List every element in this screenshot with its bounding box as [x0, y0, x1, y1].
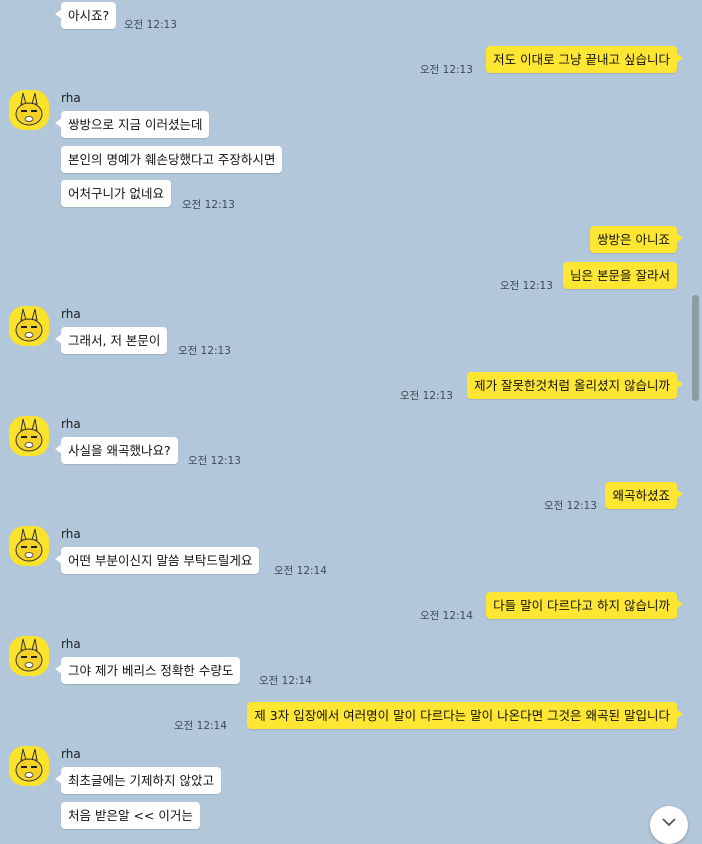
message-text: 아시죠? [68, 8, 110, 23]
message-text: 쌍방은 아니죠 [597, 232, 670, 247]
message-text: 그래서, 저 본문이 [68, 333, 161, 348]
message-text: 님은 본문을 잘라서 [570, 268, 670, 283]
avatar[interactable] [9, 636, 49, 676]
scroll-to-bottom-button[interactable] [650, 806, 688, 844]
character-avatar-icon [9, 90, 49, 130]
chevron-down-icon [662, 818, 676, 827]
message-bubble[interactable]: 그야 제가 베리스 정확한 수량도 [54, 657, 241, 684]
message-time: 오전 12:14 [420, 610, 473, 622]
message-bubble[interactable]: 쌍방으로 지금 이러셨는데 [54, 111, 210, 138]
message-bubble[interactable]: 저도 이대로 그냥 끝내고 싶습니다 [486, 46, 683, 73]
avatar[interactable] [9, 416, 49, 456]
message-text: 최초글에는 기제하지 않았고 [68, 773, 214, 788]
message-time: 오전 12:13 [124, 19, 177, 31]
message-text: 어떤 부분이신지 말씀 부탁드릴게요 [68, 553, 253, 568]
sender-name: rha [61, 307, 81, 321]
message-bubble[interactable]: 처음 받은알 << 이거는 [61, 802, 200, 829]
message-time: 오전 12:13 [544, 500, 597, 512]
message-bubble[interactable]: 왜곡하셨죠 [605, 482, 683, 509]
avatar[interactable] [9, 90, 49, 130]
message-bubble[interactable]: 어처구니가 없네요 [61, 180, 171, 207]
character-avatar-icon [9, 746, 49, 786]
avatar[interactable] [9, 746, 49, 786]
message-bubble[interactable]: 다들 말이 다르다고 하지 않습니까 [486, 592, 683, 619]
sender-name: rha [61, 417, 81, 431]
message-bubble[interactable]: 쌍방은 아니죠 [590, 226, 683, 253]
sender-name: rha [61, 91, 81, 105]
message-text: 다들 말이 다르다고 하지 않습니까 [493, 598, 670, 613]
avatar[interactable] [9, 526, 49, 566]
message-time: 오전 12:13 [500, 280, 553, 292]
message-text: 사실을 왜곡했나요? [68, 443, 171, 458]
message-text: 그야 제가 베리스 정확한 수량도 [68, 663, 234, 678]
character-avatar-icon [9, 416, 49, 456]
message-bubble[interactable]: 어떤 부분이신지 말씀 부탁드릴게요 [54, 547, 260, 574]
message-text: 쌍방으로 지금 이러셨는데 [68, 117, 203, 132]
message-time: 오전 12:14 [259, 675, 312, 687]
message-time: 오전 12:13 [182, 199, 235, 211]
message-bubble[interactable]: 본인의 명예가 훼손당했다고 주장하시면 [61, 146, 283, 173]
character-avatar-icon [9, 636, 49, 676]
message-text: 처음 받은알 << 이거는 [68, 808, 193, 823]
character-avatar-icon [9, 526, 49, 566]
message-text: 본인의 명예가 훼손당했다고 주장하시면 [68, 152, 276, 167]
sender-name: rha [61, 747, 81, 761]
avatar[interactable] [9, 306, 49, 346]
message-time: 오전 12:14 [274, 565, 327, 577]
message-time: 오전 12:13 [400, 390, 453, 402]
message-bubble[interactable]: 님은 본문을 잘라서 [563, 262, 677, 289]
sender-name: rha [61, 637, 81, 651]
message-text: 어처구니가 없네요 [68, 186, 164, 201]
character-avatar-icon [9, 306, 49, 346]
message-bubble[interactable]: 아시죠? [54, 2, 117, 29]
message-time: 오전 12:13 [188, 455, 241, 467]
message-text: 제 3자 입장에서 여러명이 말이 다르다는 말이 나온다면 그것은 왜곡된 말… [254, 708, 670, 723]
scrollbar-thumb[interactable] [692, 295, 699, 401]
message-time: 오전 12:13 [178, 345, 231, 357]
message-bubble[interactable]: 제 3자 입장에서 여러명이 말이 다르다는 말이 나온다면 그것은 왜곡된 말… [247, 702, 683, 729]
message-text: 왜곡하셨죠 [612, 488, 670, 503]
sender-name: rha [61, 527, 81, 541]
message-bubble[interactable]: 최초글에는 기제하지 않았고 [55, 767, 221, 794]
message-bubble[interactable]: 사실을 왜곡했나요? [55, 437, 178, 464]
message-text: 제가 잘못한것처럼 올리셨지 않습니까 [474, 378, 670, 393]
message-bubble[interactable]: 그래서, 저 본문이 [54, 327, 168, 354]
message-bubble[interactable]: 제가 잘못한것처럼 올리셨지 않습니까 [467, 372, 683, 399]
message-text: 저도 이대로 그냥 끝내고 싶습니다 [493, 52, 670, 67]
message-time: 오전 12:14 [174, 720, 227, 732]
message-time: 오전 12:13 [420, 64, 473, 76]
